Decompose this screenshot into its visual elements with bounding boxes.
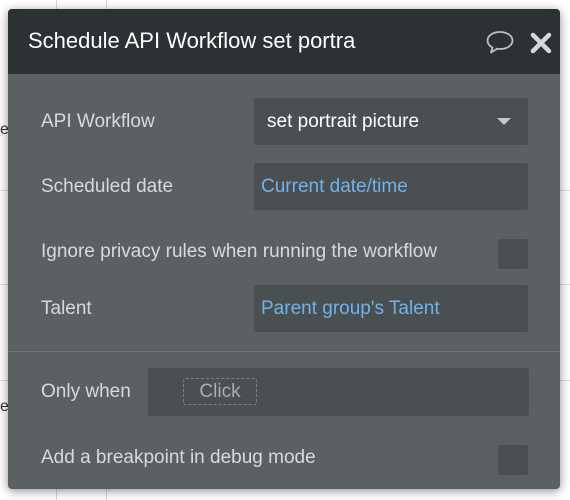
close-x-icon[interactable]	[529, 31, 553, 55]
only-when-condition-field[interactable]: Click	[148, 368, 529, 416]
talent-field[interactable]: Parent group's Talent	[254, 285, 528, 332]
api-workflow-dropdown[interactable]: set portrait picture	[254, 98, 528, 145]
breakpoint-checkbox[interactable]	[498, 445, 528, 475]
click-placeholder[interactable]: Click	[183, 378, 257, 405]
api-workflow-label: API Workflow	[41, 111, 155, 132]
scheduled-date-field[interactable]: Current date/time	[254, 163, 528, 210]
talent-label: Talent	[41, 298, 92, 319]
dialog-header: Schedule API Workflow set portra	[8, 9, 560, 74]
api-workflow-value: set portrait picture	[267, 111, 420, 132]
section-divider	[8, 351, 560, 352]
breakpoint-label: Add a breakpoint in debug mode	[41, 447, 316, 468]
chevron-down-icon	[497, 118, 511, 125]
talent-value: Parent group's Talent	[261, 298, 440, 319]
scheduled-date-label: Scheduled date	[41, 176, 174, 197]
scheduled-date-value: Current date/time	[261, 176, 408, 197]
ignore-privacy-label: Ignore privacy rules when running the wo…	[41, 241, 438, 262]
speech-bubble-icon[interactable]	[485, 29, 515, 55]
dialog-title: Schedule API Workflow set portra	[28, 28, 356, 53]
only-when-label: Only when	[41, 381, 131, 402]
ignore-privacy-checkbox[interactable]	[498, 239, 528, 269]
schedule-api-workflow-dialog: Schedule API Workflow set portra API Wor…	[8, 9, 560, 489]
